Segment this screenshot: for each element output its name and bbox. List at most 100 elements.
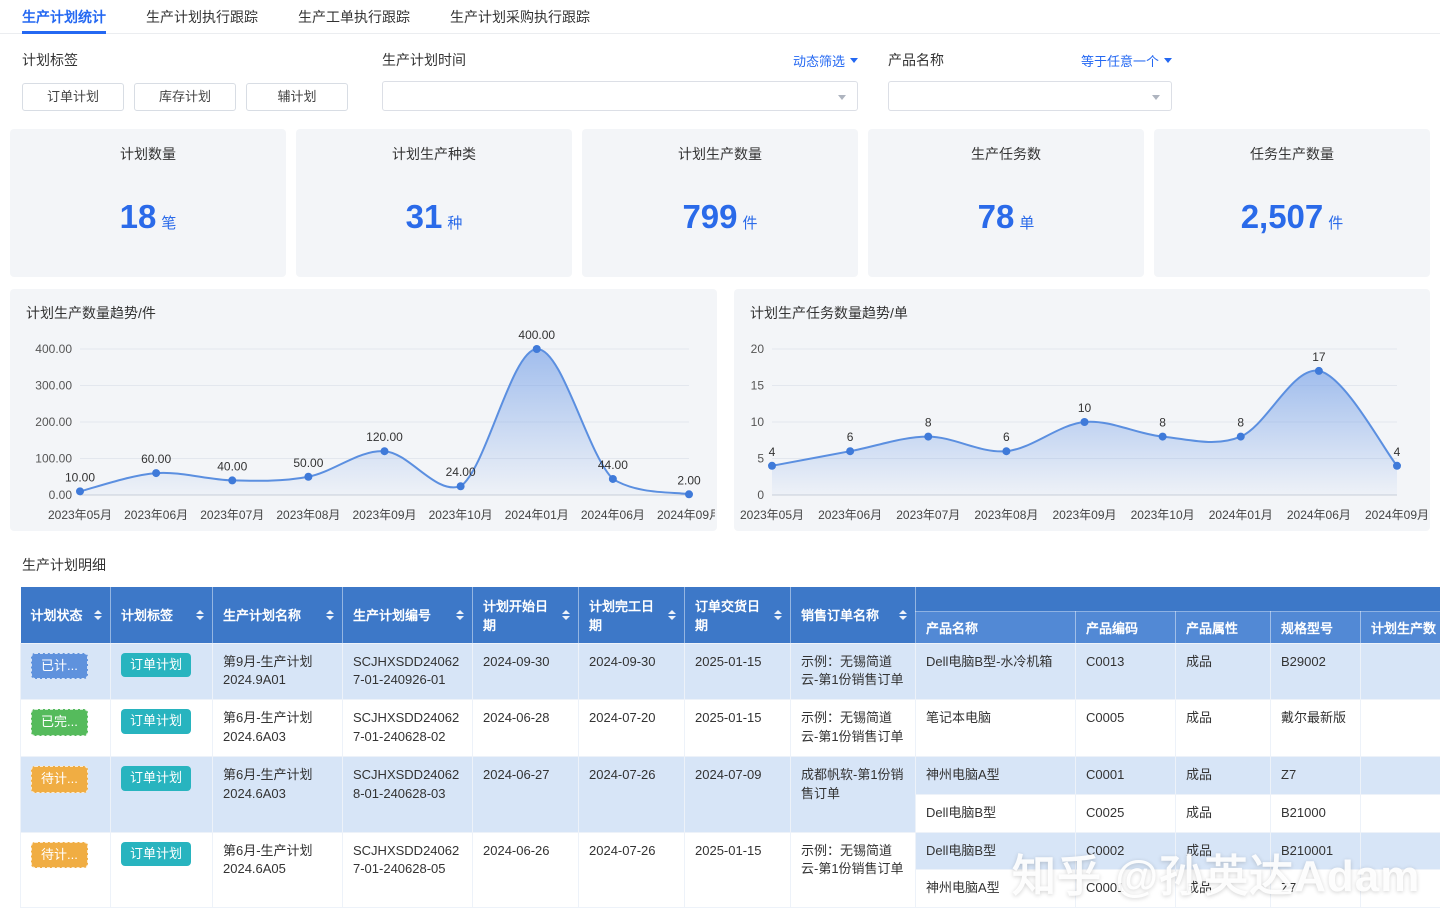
svg-text:6: 6 <box>847 430 854 444</box>
table-row: 待计... 订单计划 第6月-生产计划 2024.6A05 SCJHXSDD24062… <box>20 831 1440 909</box>
plan-time-select[interactable] <box>382 81 858 111</box>
svg-text:2024年01月: 2024年01月 <box>505 508 569 522</box>
caret-down-icon <box>1164 57 1172 63</box>
tab[interactable]: 生产工单执行跟踪 <box>298 0 410 34</box>
start-date-cell: 2024-06-27 <box>472 755 579 833</box>
plan-no-cell: SCJHXSDD240627-01-240628-05 <box>342 831 473 909</box>
svg-text:0.00: 0.00 <box>49 488 73 502</box>
status-cell: 待计... <box>20 755 111 833</box>
svg-text:6: 6 <box>1003 430 1010 444</box>
sort-up-icon <box>326 609 334 614</box>
plan-detail-table: 计划状态 计划标签 生产计划名称 生产计划编号 计划开始日期 计划完工日期 订单交货日期 销售… <box>20 587 1440 909</box>
column-header[interactable]: 计划标签 <box>110 587 213 643</box>
column-header[interactable]: 生产计划名称 <box>212 587 343 643</box>
column-header-label: 计划状态 <box>30 608 83 624</box>
column-header[interactable]: 订单交货日期 <box>684 587 791 643</box>
svg-text:50.00: 50.00 <box>293 456 323 470</box>
finish-date-cell: 2024-07-26 <box>578 755 685 833</box>
svg-text:400.00: 400.00 <box>35 342 72 356</box>
plan-name-cell: 第9月-生产计划 2024.9A01 <box>212 642 343 701</box>
table-row: 已计... 订单计划 第9月-生产计划 2024.9A01 SCJHXSDD24062… <box>20 642 1440 701</box>
svg-text:40.00: 40.00 <box>217 459 247 473</box>
product-code-cell: C0025 <box>1075 793 1176 833</box>
column-header[interactable]: 销售订单名称 <box>790 587 916 643</box>
sort-up-icon <box>94 609 102 614</box>
stat-number: 18 笔 <box>10 198 286 236</box>
svg-text:400.00: 400.00 <box>518 328 555 342</box>
column-header[interactable]: 计划开始日期 <box>472 587 579 643</box>
sort-up-icon <box>774 609 782 614</box>
plan-tag-button[interactable]: 辅计划 <box>246 83 348 111</box>
product-name-mode-dropdown[interactable]: 等于任意一个 <box>1081 51 1172 70</box>
plan-time-mode-dropdown[interactable]: 动态筛选 <box>793 51 858 70</box>
plan-no-cell: SCJHXSDD240627-01-240926-01 <box>342 642 473 701</box>
column-header-label: 计划完工日期 <box>589 598 655 633</box>
sort-down-icon <box>562 615 570 620</box>
stat-value: 78 <box>977 198 1015 235</box>
product-attr-cell: 成品 <box>1175 831 1271 871</box>
status-badge: 待计... <box>31 841 88 869</box>
plan-detail-table-wrap: 计划状态 计划标签 生产计划名称 生产计划编号 计划开始日期 计划完工日期 订单交货日期 销售… <box>20 587 1440 909</box>
chevron-down-icon <box>838 95 846 100</box>
plan-time-filter: 生产计划时间 动态筛选 <box>382 50 858 111</box>
svg-text:20: 20 <box>751 342 765 356</box>
tab-label: 生产计划采购执行跟踪 <box>450 8 590 25</box>
svg-text:5: 5 <box>757 452 764 466</box>
product-code-cell: C0001 <box>1075 869 1176 909</box>
product-name-cell: 神州电脑A型 <box>915 869 1076 909</box>
task-trend-chart: 0 5 10 15 20 2023年05月 2023年06月 2023年07月 2023年08月… <box>740 342 1427 522</box>
svg-text:300.00: 300.00 <box>35 379 72 393</box>
plan-tag-button[interactable]: 库存计划 <box>134 83 236 111</box>
product-attr-cell: 成品 <box>1175 642 1271 701</box>
column-header[interactable]: 生产计划编号 <box>342 587 473 643</box>
plan-tag-button[interactable]: 订单计划 <box>22 83 124 111</box>
status-badge: 已计... <box>31 652 88 680</box>
svg-text:4: 4 <box>769 445 776 459</box>
svg-text:4: 4 <box>1394 445 1401 459</box>
svg-text:10: 10 <box>751 415 765 429</box>
start-date-cell: 2024-06-28 <box>472 699 579 757</box>
plan-tag-buttons: 订单计划 库存计划 辅计划 <box>22 83 382 111</box>
svg-text:2024年09月: 2024年09月 <box>1365 508 1427 522</box>
sort-down-icon <box>774 615 782 620</box>
product-name-filter: 产品名称 等于任意一个 <box>888 50 1172 111</box>
sort-up-icon <box>456 609 464 614</box>
svg-text:200.00: 200.00 <box>35 415 72 429</box>
plan-tag-badge: 订单计划 <box>121 765 192 791</box>
spec-model-cell: Z7 <box>1270 869 1361 909</box>
column-header[interactable]: 计划状态 <box>20 587 111 643</box>
production-plan-dashboard: 生产计划统计 生产计划执行跟踪 生产工单执行跟踪 生产计划采购执行跟踪 计划标签 订单… <box>0 0 1440 923</box>
tabbar: 生产计划统计 生产计划执行跟踪 生产工单执行跟踪 生产计划采购执行跟踪 <box>0 0 1440 34</box>
stat-value: 799 <box>682 198 738 235</box>
svg-text:2023年05月: 2023年05月 <box>48 508 112 522</box>
tab[interactable]: 生产计划统计 <box>22 0 106 34</box>
spec-model-cell: 戴尔最新版 <box>1270 699 1361 757</box>
svg-text:10: 10 <box>1078 401 1092 415</box>
status-cell: 已计... <box>20 642 111 701</box>
sort-up-icon <box>899 609 907 614</box>
table-section-title: 生产计划明细 <box>22 557 106 573</box>
product-attr-cell: 成品 <box>1175 699 1271 757</box>
trend-charts: 计划生产数量趋势/件 0.00 100.00 200.00 300.00 400.00 2… <box>10 289 1430 531</box>
tab[interactable]: 生产计划采购执行跟踪 <box>450 0 590 34</box>
product-column-header: 规格型号 <box>1270 610 1361 643</box>
status-cell: 待计... <box>20 831 111 909</box>
chart-title: 计划生产数量趋势/件 <box>26 305 156 321</box>
plan-name-cell: 第6月-生产计划 2024.6A03 <box>212 755 343 833</box>
sort-down-icon <box>196 615 204 620</box>
status-cell: 已完... <box>20 699 111 757</box>
tab-label: 生产工单执行跟踪 <box>298 8 410 25</box>
stat-title: 生产任务数 <box>971 146 1041 162</box>
tab[interactable]: 生产计划执行跟踪 <box>146 0 258 34</box>
finish-date-cell: 2024-07-20 <box>578 699 685 757</box>
status-badge: 已完... <box>31 709 88 737</box>
column-header[interactable]: 计划完工日期 <box>578 587 685 643</box>
status-badge: 待计... <box>31 765 88 793</box>
stat-card: 计划数量 18 笔 <box>10 129 286 277</box>
product-name-cell: 神州电脑A型 <box>915 755 1076 795</box>
product-name-cell: Dell电脑B型 <box>915 793 1076 833</box>
sort-down-icon <box>94 615 102 620</box>
product-name-select[interactable] <box>888 81 1172 111</box>
svg-text:60.00: 60.00 <box>141 452 171 466</box>
svg-text:17: 17 <box>1312 350 1326 364</box>
